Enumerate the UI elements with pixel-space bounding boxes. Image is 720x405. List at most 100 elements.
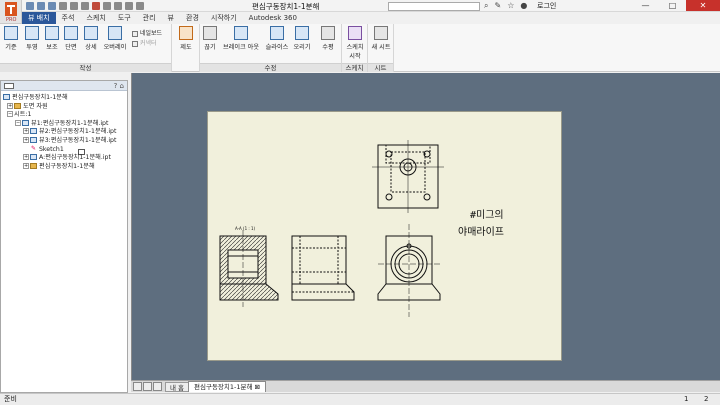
slice-button[interactable]: 슬라이스 <box>264 26 290 51</box>
tree-node-sketch1[interactable]: ✎ Sketch1 <box>3 144 127 155</box>
customize-icon[interactable] <box>136 2 144 10</box>
tab-manage[interactable]: 관리 <box>137 12 162 24</box>
break-icon <box>203 26 217 40</box>
drawing-sheet[interactable]: A-A (1 : 1) #미그의 야매라이프 <box>207 111 562 361</box>
open-icon[interactable] <box>37 2 45 10</box>
arrange-icon[interactable] <box>153 382 162 391</box>
title-bar: PRO 편심구동장치1-1분해 ⌕ ✎ ☆ ● 로그인 — □ ✕ <box>0 0 720 24</box>
detail-view-button[interactable]: 상세 <box>81 26 101 51</box>
auxiliary-view-button[interactable]: 보조 <box>42 26 62 51</box>
binoculars-icon[interactable]: ⌕ <box>484 2 488 10</box>
tab-environments[interactable]: 환경 <box>180 12 205 24</box>
tile-icon[interactable] <box>133 382 142 391</box>
break-button[interactable]: 끊기 <box>200 26 220 51</box>
tab-my-home[interactable]: 내 홈 <box>165 382 190 392</box>
login-button[interactable]: 로그인 <box>537 1 556 11</box>
help-search-input[interactable] <box>388 2 480 11</box>
tree-node-part[interactable]: + 편심구동장치1-1분해 <box>3 162 127 172</box>
save-icon[interactable] <box>48 2 56 10</box>
window-controls: — □ ✕ <box>632 0 720 11</box>
new-sheet-icon <box>374 26 388 40</box>
break-out-button[interactable]: 브레이크 아웃 <box>220 26 262 51</box>
horizontal-align-button[interactable]: 수평 <box>318 26 338 51</box>
browser-header: ? ⌂ <box>1 81 127 91</box>
detail-view-icon <box>84 26 98 40</box>
connector-button: 커넥터 <box>132 38 157 47</box>
expand-toggle[interactable]: + <box>23 162 29 169</box>
status-count-1: 1 <box>684 395 689 403</box>
undo-icon[interactable] <box>59 2 67 10</box>
graphics-canvas[interactable]: A-A (1 : 1) #미그의 야매라이프 <box>131 73 720 380</box>
expand-toggle[interactable]: − <box>7 111 13 118</box>
cascade-icon[interactable] <box>143 382 152 391</box>
status-text: 준비 <box>4 395 17 403</box>
project-icon[interactable] <box>114 2 122 10</box>
measure-icon[interactable] <box>125 2 133 10</box>
start-sketch-button[interactable]: 스케치 시작 <box>345 26 365 60</box>
section-view-icon <box>64 26 78 40</box>
tree-node-section-a[interactable]: + A:편심구동장치1-1분해.ipt <box>3 154 127 163</box>
new-icon[interactable] <box>26 2 34 10</box>
expand-toggle[interactable]: + <box>23 136 29 143</box>
top-view[interactable] <box>372 140 444 213</box>
section-view[interactable]: A-A (1 : 1) <box>219 226 279 307</box>
expand-toggle[interactable]: + <box>23 128 29 135</box>
overlay-view-button[interactable]: 오버레이 <box>102 26 128 51</box>
expand-toggle[interactable]: + <box>23 154 29 161</box>
side-view[interactable] <box>291 235 355 301</box>
tree-node-view2[interactable]: + 뷰2:편심구동장치1-1분해.ipt <box>3 128 127 137</box>
maximize-button[interactable]: □ <box>659 0 686 11</box>
create-panel-label: 작성 <box>0 63 171 72</box>
tab-active-document[interactable]: 편심구동장치1-1분해 ⊠ <box>188 381 266 392</box>
auxiliary-view-icon <box>45 26 59 40</box>
subscription-icon[interactable]: ✎ <box>494 2 501 10</box>
tree-node-drawing-resources[interactable]: + 도면 자원 <box>3 102 127 112</box>
browser-header-icons[interactable]: ? ⌂ <box>114 82 124 90</box>
connector-icon <box>132 40 138 47</box>
tab-get-started[interactable]: 시작하기 <box>205 12 243 24</box>
annotation-line-1: #미그의 <box>470 210 504 221</box>
view-icon <box>30 136 37 143</box>
select-icon[interactable] <box>103 2 111 10</box>
tab-place-views[interactable]: 뷰 배치 <box>22 12 56 24</box>
drawing-views-svg: A-A (1 : 1) <box>219 140 444 317</box>
browser-tree: 편심구동장치1-1분해 + 도면 자원 − 시트:1 − 뷰1:편심구동장치1-1분해… <box>1 91 127 171</box>
close-tab-icon[interactable]: ⊠ <box>255 383 260 391</box>
user-icon[interactable]: ● <box>520 2 527 10</box>
create-panel: 기준 투영 보조 단면 상세 오버레이 네일보드 커넥터 작성 <box>0 24 172 72</box>
browser-filter-dropdown[interactable] <box>4 83 14 89</box>
nailboard-button[interactable]: 네일보드 <box>132 28 162 37</box>
tree-node-drawing[interactable]: 편심구동장치1-1분해 <box>3 94 127 103</box>
star-icon[interactable]: ☆ <box>507 2 514 10</box>
document-title: 편심구동장치1-1분해 <box>252 2 320 11</box>
tab-tools[interactable]: 도구 <box>112 12 137 24</box>
update-icon[interactable] <box>92 2 100 10</box>
crop-button[interactable]: 오리기 <box>292 26 312 51</box>
new-sheet-button[interactable]: 새 시트 <box>371 26 391 51</box>
section-view-button[interactable]: 단면 <box>61 26 81 51</box>
sketch-panel-label: 스케치 <box>342 63 367 72</box>
redo-icon[interactable] <box>70 2 78 10</box>
tab-annotate[interactable]: 주석 <box>56 12 81 24</box>
folder-icon <box>14 102 21 109</box>
projected-view-button[interactable]: 투영 <box>22 26 42 51</box>
tree-node-sheet1[interactable]: − 시트:1 <box>3 111 127 156</box>
annotation-line-2: 야매라이프 <box>458 227 504 238</box>
base-view-button[interactable]: 기준 <box>1 26 21 51</box>
view-icon <box>30 128 37 135</box>
tab-view[interactable]: 뷰 <box>162 12 180 24</box>
expand-toggle[interactable]: + <box>7 102 13 109</box>
minimize-button[interactable]: — <box>632 0 659 11</box>
close-button[interactable]: ✕ <box>686 0 720 11</box>
quick-access-toolbar <box>26 2 144 10</box>
application-menu-button[interactable]: PRO <box>0 0 22 24</box>
front-view[interactable] <box>377 224 441 317</box>
drawing-icon <box>3 94 10 100</box>
home-icon[interactable] <box>81 2 89 10</box>
tab-sketch[interactable]: 스케치 <box>80 12 111 24</box>
expand-toggle[interactable]: − <box>15 119 21 126</box>
tree-node-view3[interactable]: + 뷰3:편심구동장치1-1분해.ipt <box>3 136 127 146</box>
sketch-icon: ✎ <box>30 144 37 152</box>
tab-autodesk-360[interactable]: Autodesk 360 <box>243 12 303 24</box>
draft-view-button[interactable]: 제도 <box>176 26 196 51</box>
